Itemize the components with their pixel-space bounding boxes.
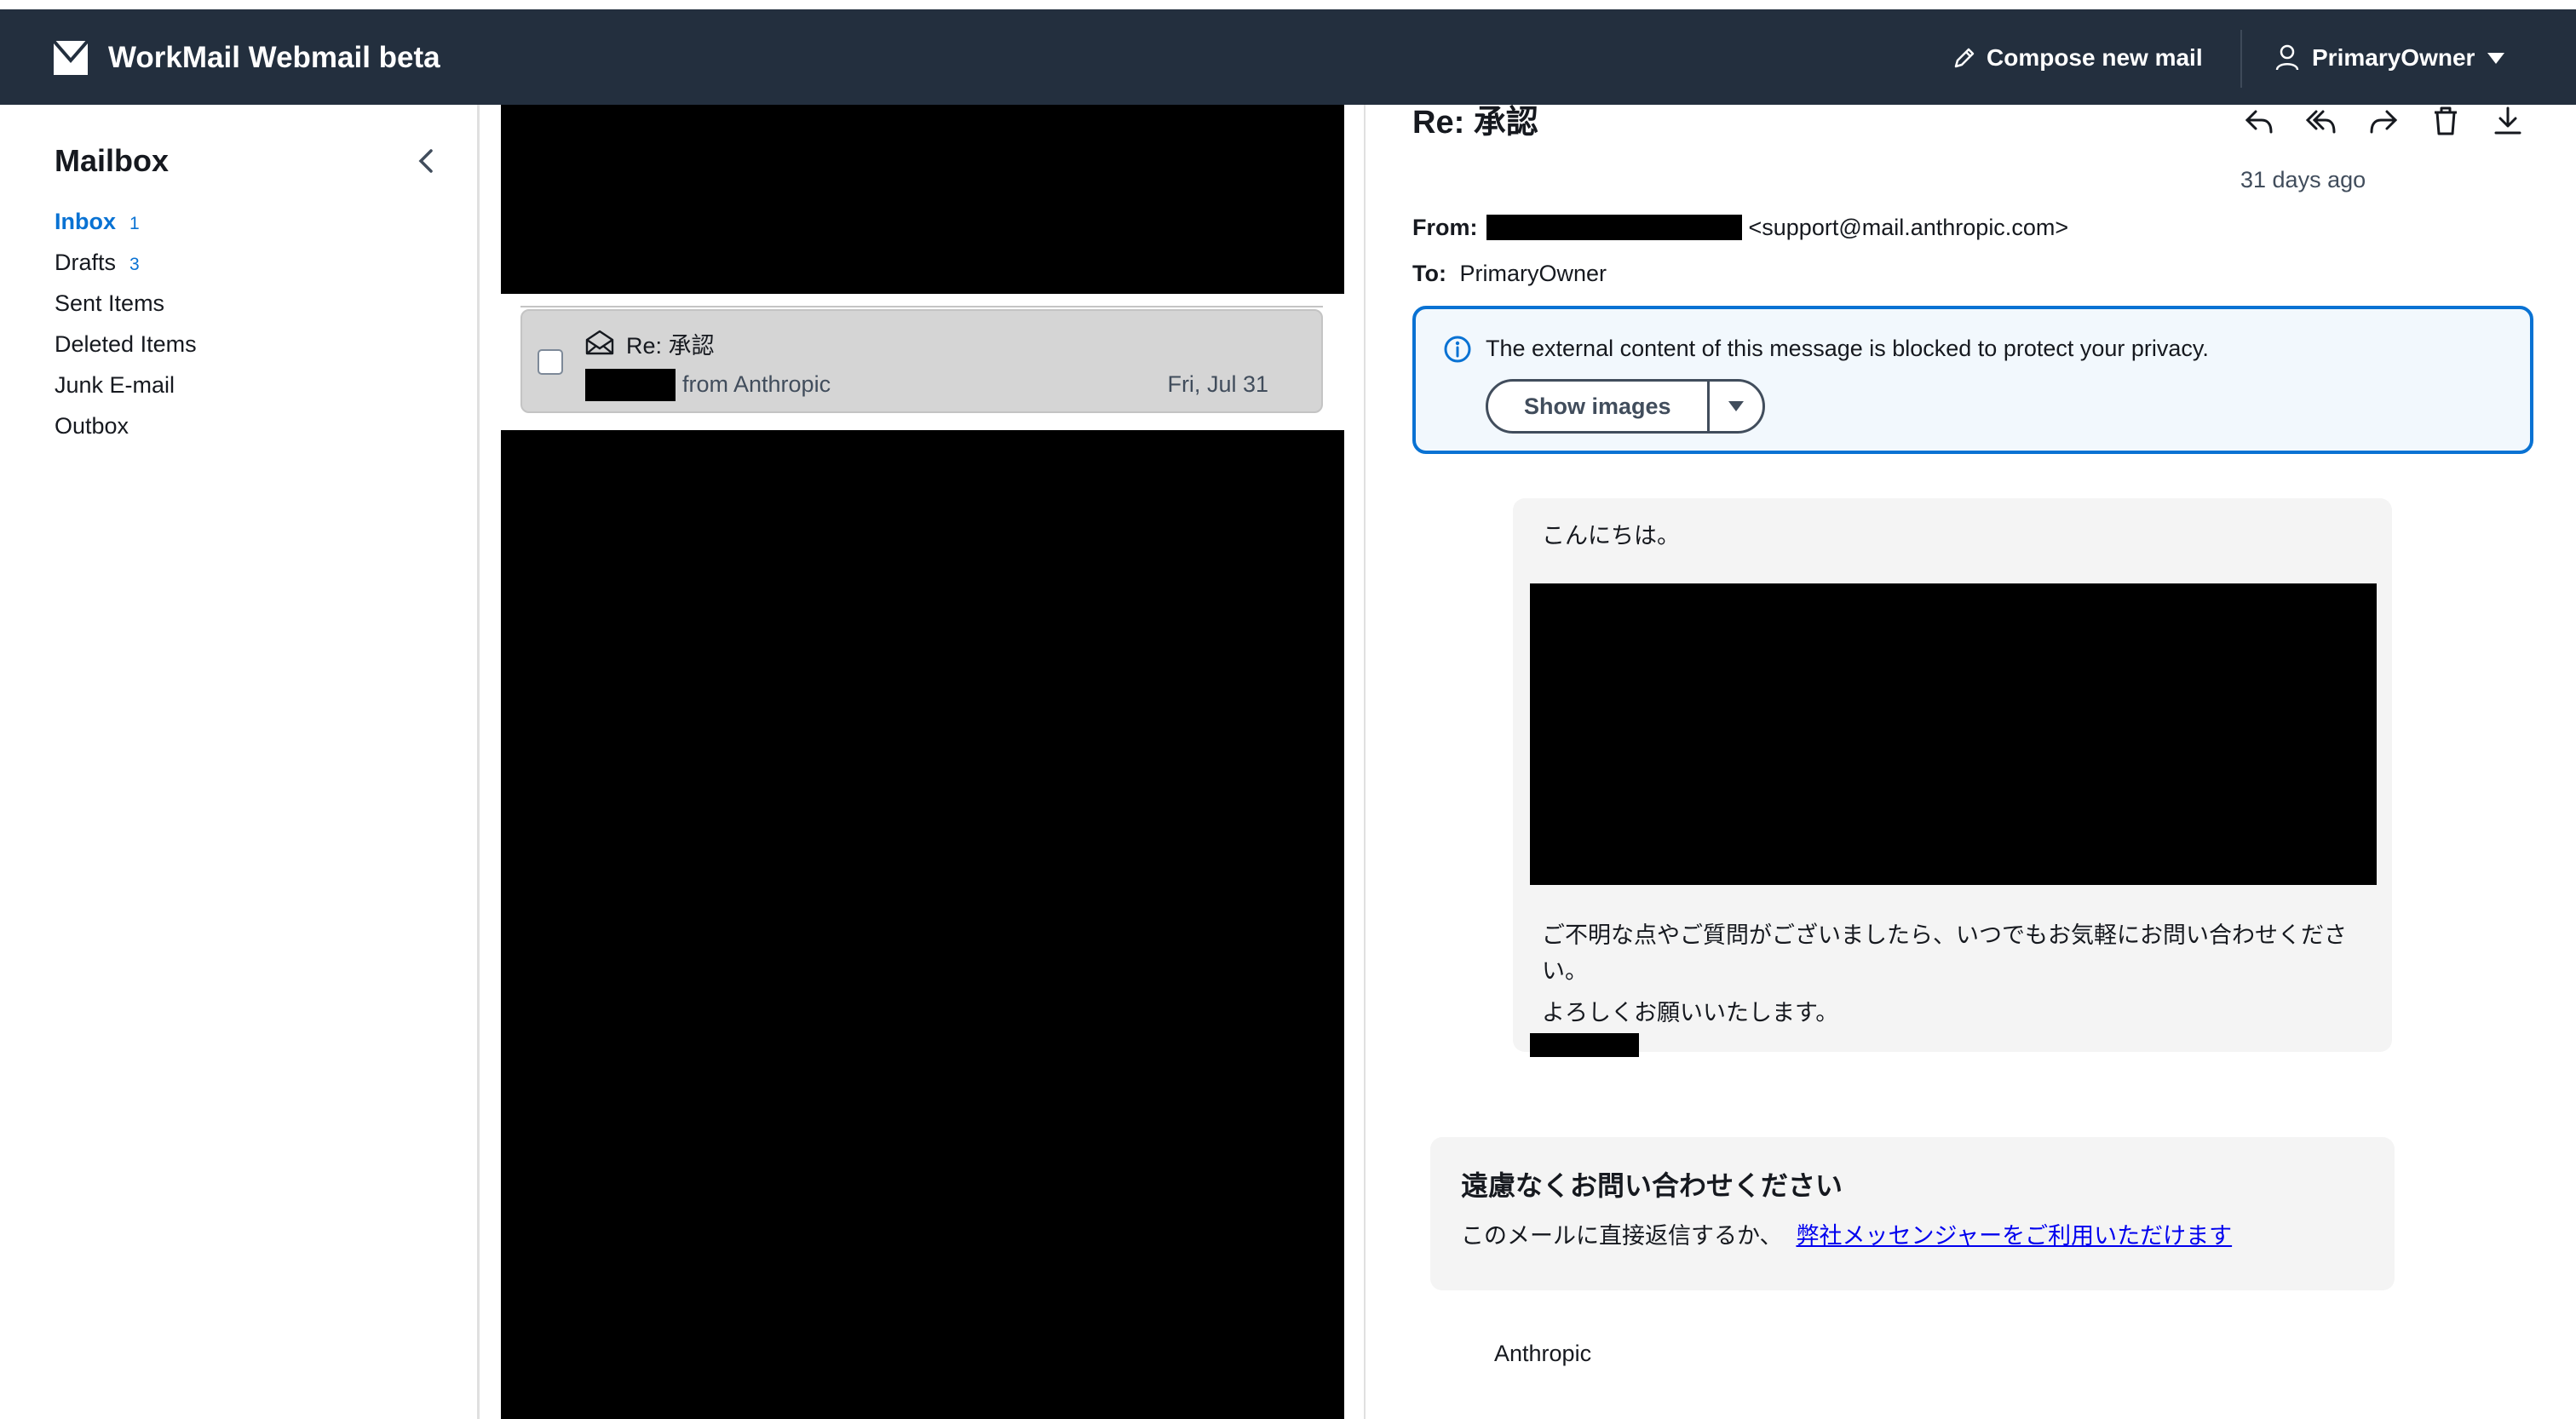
caret-down-icon (2487, 53, 2505, 64)
show-images-dropdown[interactable] (1710, 382, 1762, 431)
folder-name: Junk E-mail (55, 372, 175, 398)
redacted-sender (585, 369, 676, 401)
reply-all-icon[interactable] (2305, 105, 2337, 137)
redacted-block (501, 430, 1344, 1419)
message-checkbox[interactable] (538, 349, 563, 375)
collapse-sidebar-icon[interactable] (411, 144, 441, 178)
from-line: From: <support@mail.anthropic.com> (1412, 212, 2068, 243)
compose-new-mail-button[interactable]: Compose new mail (1952, 40, 2203, 76)
redacted-signature (1530, 1033, 1639, 1057)
envelope-open-icon (585, 330, 614, 355)
info-icon (1444, 336, 1471, 363)
sidebar-item-junk[interactable]: Junk E-mail (55, 370, 175, 400)
sidebar-item-sent[interactable]: Sent Items (55, 288, 164, 319)
contact-text-line: このメールに直接返信するか、 弊社メッセンジャーをご利用いただけます (1461, 1221, 2232, 1251)
message-sender: from Anthropic (682, 371, 831, 397)
to-line: To: PrimaryOwner (1412, 258, 1607, 289)
folder-name: Sent Items (55, 290, 165, 316)
download-icon[interactable] (2492, 105, 2524, 137)
footer-company: Anthropic (1494, 1341, 1592, 1366)
blocked-content-notice: The external content of this message is … (1412, 306, 2533, 454)
contact-text: このメールに直接返信するか、 (1461, 1223, 1783, 1249)
body-paragraph: ご不明な点やご質問がございましたら、いつでもお気軽にお問い合わせください。 (1542, 922, 2347, 984)
sidebar: Mailbox Inbox 1 Drafts 3 Sent Items Dele… (0, 105, 477, 1419)
sidebar-item-outbox[interactable]: Outbox (55, 411, 129, 441)
received-time: 31 days ago (2240, 167, 2366, 192)
user-menu-button[interactable]: PrimaryOwner (2274, 40, 2505, 76)
folder-name: Drafts (55, 250, 117, 275)
draft-count: 3 (129, 255, 140, 274)
message-date: Fri, Jul 31 (1167, 371, 1268, 397)
show-images-button-group: Show images (1486, 379, 1765, 434)
notice-text: The external content of this message is … (1486, 336, 2209, 361)
contact-card: 遠慮なくお問い合わせください このメールに直接返信するか、 弊社メッセンジャーを… (1430, 1137, 2395, 1290)
from-label: From: (1412, 215, 1478, 240)
folder-name: Inbox (55, 209, 116, 234)
sidebar-item-drafts[interactable]: Drafts 3 (55, 247, 140, 280)
user-icon (2275, 44, 2299, 71)
redacted-block (501, 105, 1344, 294)
mailbox-title: Mailbox (55, 143, 170, 178)
user-name: PrimaryOwner (2312, 44, 2475, 71)
message-actions (2243, 105, 2524, 137)
from-email[interactable]: <support@mail.anthropic.com> (1749, 212, 2069, 243)
folder-name: Deleted Items (55, 331, 197, 357)
forward-icon[interactable] (2367, 105, 2400, 137)
caret-down-icon (1728, 401, 1744, 411)
trash-icon[interactable] (2429, 105, 2462, 137)
workmail-logo-icon (53, 40, 89, 75)
pencil-icon (1954, 48, 1975, 68)
body-closing: よろしくお願いいたします。 (1542, 1000, 1839, 1025)
messenger-link[interactable]: 弊社メッセンジャーをご利用いただけます (1796, 1221, 2232, 1251)
reading-pane: Re: 承認 31 days ago From: <support@mail.a… (1366, 105, 2576, 1419)
sidebar-item-deleted[interactable]: Deleted Items (55, 329, 197, 359)
redacted-block (1530, 583, 2377, 885)
to-value[interactable]: PrimaryOwner (1460, 261, 1607, 286)
app-header: WorkMail Webmail beta Compose new mail P… (0, 9, 2576, 105)
list-separator (520, 306, 1323, 307)
message-subject: Re: 承認 (626, 333, 715, 359)
unread-count: 1 (129, 214, 140, 233)
contact-title: 遠慮なくお問い合わせください (1461, 1170, 1843, 1201)
app-title: WorkMail Webmail beta (108, 41, 440, 74)
sidebar-item-inbox[interactable]: Inbox 1 (55, 206, 140, 239)
redacted-sender-name (1486, 215, 1742, 240)
show-images-button[interactable]: Show images (1488, 382, 1710, 431)
folder-name: Outbox (55, 413, 129, 439)
message-list: Re: 承認 from Anthropic Fri, Jul 31 (480, 105, 1364, 1419)
header-divider (2240, 30, 2242, 88)
email-body-card: こんにちは。 ご不明な点やご質問がございましたら、いつでもお気軽にお問い合わせく… (1513, 498, 2392, 1057)
email-subject: Re: 承認 (1412, 105, 1538, 141)
compose-label: Compose new mail (1987, 44, 2203, 71)
top-strip (0, 0, 2576, 9)
reply-icon[interactable] (2243, 105, 2275, 137)
body-greeting: こんにちは。 (1542, 523, 1680, 549)
to-label: To: (1412, 261, 1446, 286)
list-item-selected[interactable]: Re: 承認 from Anthropic Fri, Jul 31 (520, 309, 1323, 413)
